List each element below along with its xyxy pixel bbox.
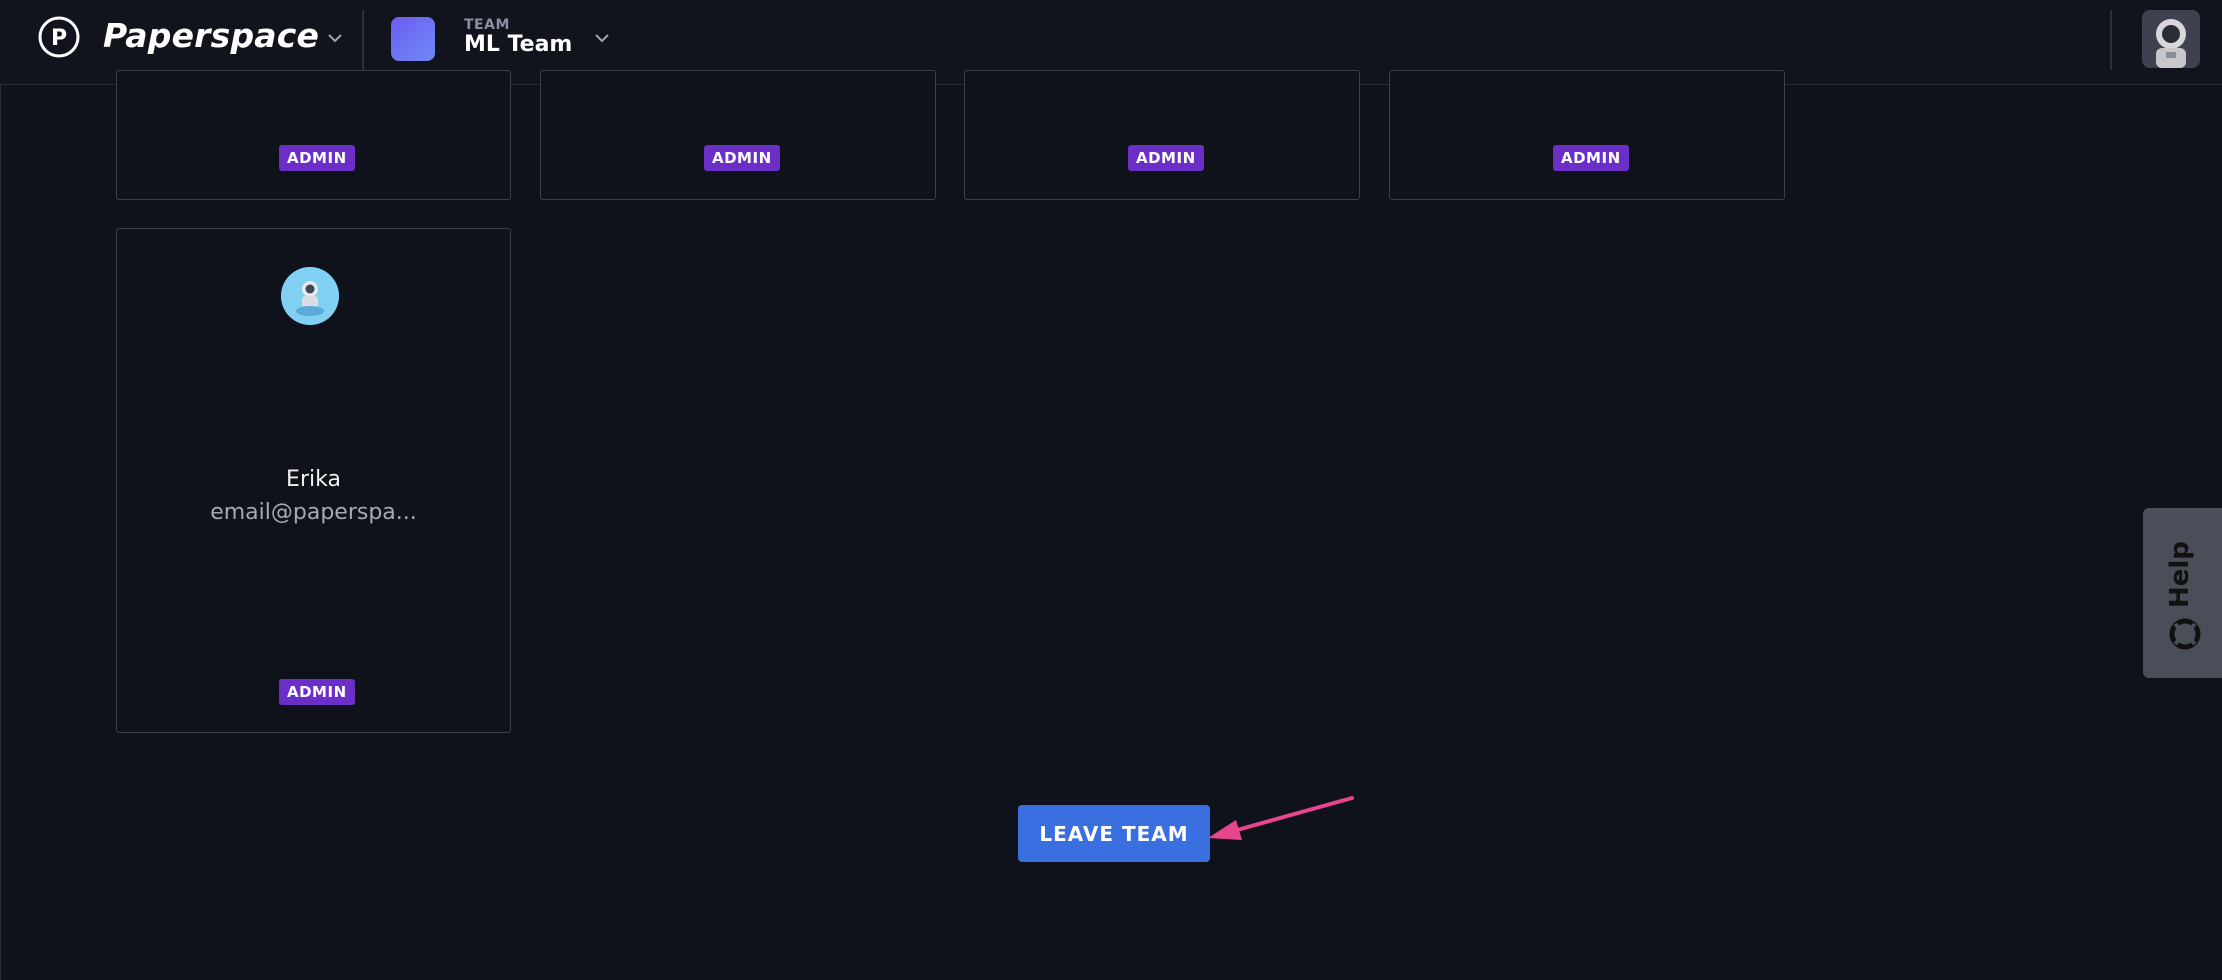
admin-badge: ADMIN bbox=[704, 145, 780, 171]
lifebuoy-icon bbox=[2169, 618, 2201, 650]
chevron-down-icon[interactable] bbox=[591, 27, 613, 49]
team-avatar[interactable] bbox=[391, 17, 435, 61]
team-kicker-label: TEAM bbox=[464, 17, 510, 33]
paperspace-logo-icon[interactable]: P bbox=[38, 16, 80, 58]
member-email: email@paperspa... bbox=[210, 500, 417, 525]
member-card[interactable]: ADMIN bbox=[540, 70, 936, 200]
member-card[interactable]: ADMIN bbox=[1389, 70, 1785, 200]
leave-team-button[interactable]: LEAVE TEAM bbox=[1018, 805, 1210, 862]
left-edge-line bbox=[0, 85, 1, 980]
brand-name[interactable]: Paperspace bbox=[103, 16, 319, 55]
member-card[interactable]: ADMIN bbox=[964, 70, 1360, 200]
help-label: Help bbox=[2165, 541, 2195, 608]
admin-badge: ADMIN bbox=[1128, 145, 1204, 171]
user-avatar-icon bbox=[2142, 10, 2200, 68]
team-name[interactable]: ML Team bbox=[464, 32, 572, 57]
annotation-arrow bbox=[1208, 796, 1354, 840]
member-card[interactable]: ADMIN bbox=[116, 70, 511, 200]
member-name: Erika bbox=[286, 467, 341, 492]
user-avatar[interactable] bbox=[2142, 10, 2200, 68]
admin-badge: ADMIN bbox=[279, 679, 355, 705]
chevron-down-icon[interactable] bbox=[324, 27, 346, 49]
member-card-erika[interactable]: Erika email@paperspa... ADMIN bbox=[116, 228, 511, 733]
avatar bbox=[281, 267, 339, 325]
admin-badge: ADMIN bbox=[1553, 145, 1629, 171]
header-divider bbox=[362, 10, 364, 70]
user-avatar-icon bbox=[281, 267, 339, 325]
svg-text:P: P bbox=[51, 26, 67, 51]
admin-badge: ADMIN bbox=[279, 145, 355, 171]
header-divider bbox=[2110, 10, 2112, 70]
help-tab[interactable]: Help bbox=[2143, 508, 2222, 678]
